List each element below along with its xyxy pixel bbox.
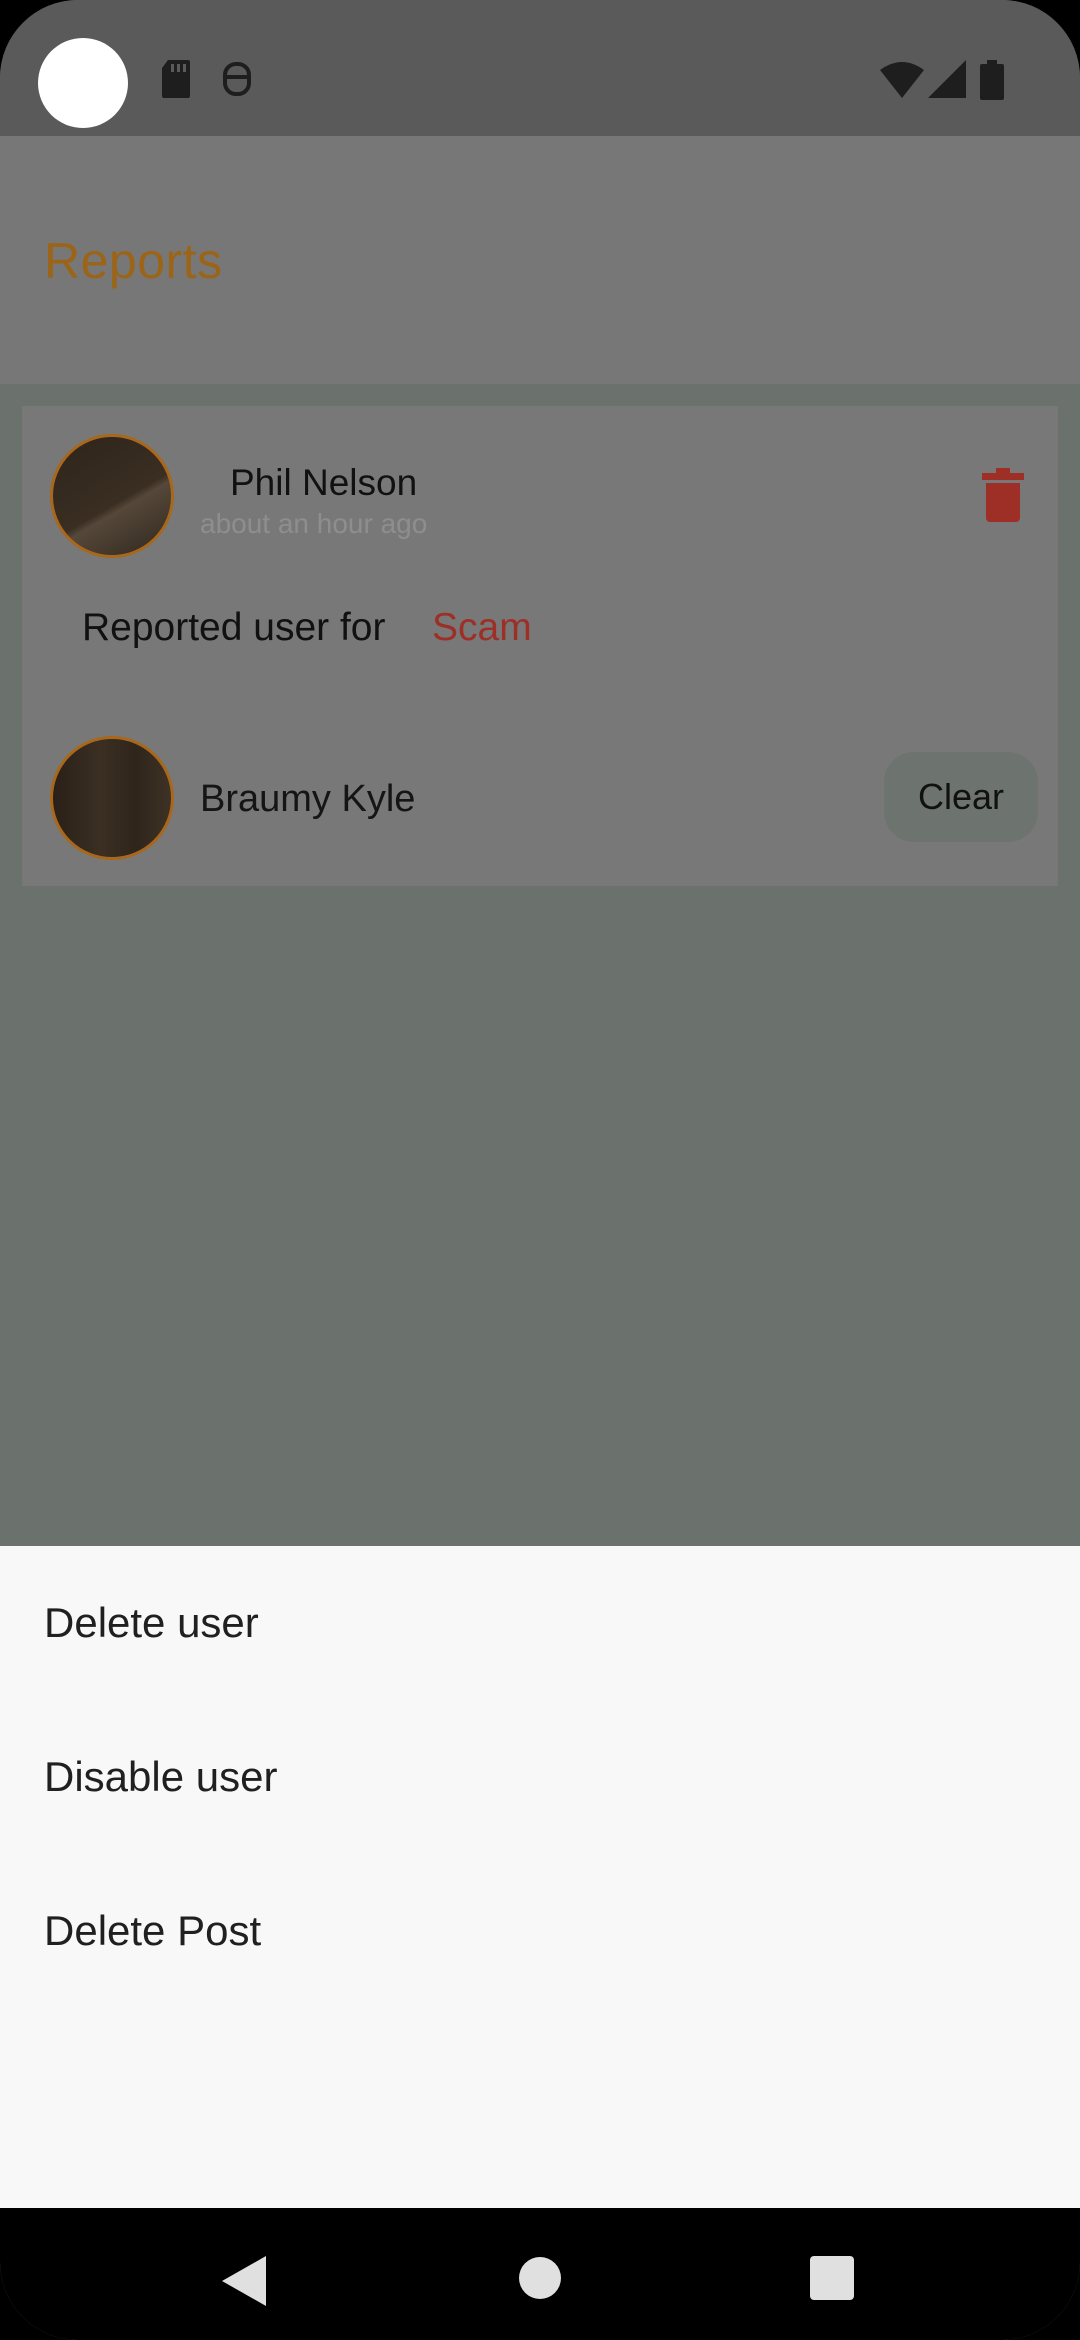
battery-icon <box>980 60 1004 100</box>
report-reason: Scam <box>432 606 532 649</box>
delete-report-trash-icon[interactable] <box>982 468 1024 522</box>
report-card[interactable]: Phil Nelson about an hour ago Reported u… <box>22 406 1058 886</box>
signal-icon <box>928 60 966 98</box>
reporter-avatar[interactable] <box>50 434 174 558</box>
disable-user-option[interactable]: Disable user <box>0 1700 1080 1854</box>
delete-post-option[interactable]: Delete Post <box>0 1854 1080 2008</box>
device-screen: Reports Phil Nelson about an hour ago Re… <box>0 0 1080 2340</box>
navigation-bar <box>0 2208 1080 2340</box>
status-bar <box>0 0 1080 136</box>
app-bar: Reports <box>0 136 1080 384</box>
reporter-name: Phil Nelson <box>230 462 418 503</box>
report-timestamp: about an hour ago <box>200 508 428 539</box>
delete-user-option[interactable]: Delete user <box>0 1546 1080 1700</box>
back-icon[interactable] <box>222 2256 266 2306</box>
camera-cutout <box>38 38 128 128</box>
reports-list: Phil Nelson about an hour ago Reported u… <box>0 384 1080 1546</box>
home-icon[interactable] <box>518 2256 562 2300</box>
reported-user-avatar[interactable] <box>50 736 174 860</box>
face-icon <box>223 62 251 96</box>
wifi-icon <box>880 62 924 98</box>
page-title: Reports <box>44 233 223 289</box>
reported-user-name: Braumy Kyle <box>200 778 416 820</box>
recents-icon[interactable] <box>810 2256 854 2300</box>
clear-button[interactable]: Clear <box>884 752 1038 842</box>
reported-label: Reported user for <box>82 606 386 649</box>
sd-card-icon <box>162 60 190 98</box>
action-bottom-sheet: Delete user Disable user Delete Post <box>0 1546 1080 2208</box>
